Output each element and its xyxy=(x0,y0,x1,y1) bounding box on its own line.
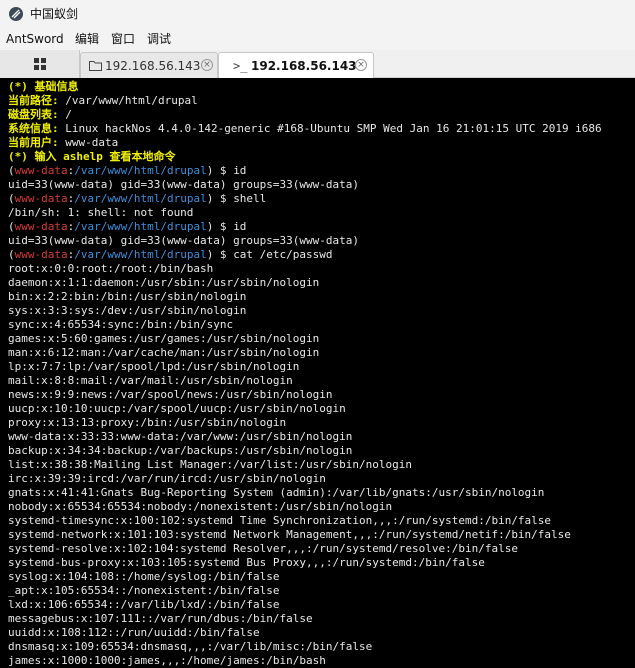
info-value: /var/www/html/drupal xyxy=(58,94,198,107)
menu-bar: AntSword 编辑 窗口 调试 xyxy=(0,28,635,50)
info-label: 系统信息: xyxy=(8,122,59,135)
info-label: 当前路径: xyxy=(8,94,59,107)
menu-antsword[interactable]: AntSword xyxy=(6,31,64,47)
menu-debug[interactable]: 调试 xyxy=(147,31,171,47)
output-line: dnsmasq:x:109:65534:dnsmasq,,,:/var/lib/… xyxy=(8,640,373,653)
prompt-user: www-data xyxy=(14,220,68,233)
hint-line: (*) 输入 ashelp 查看本地命令 xyxy=(8,150,176,163)
prompt-close: ) $ xyxy=(206,248,234,261)
info-label: 当前用户: xyxy=(8,136,59,149)
output-line: sync:x:4:65534:sync:/bin:/bin/sync xyxy=(8,318,234,331)
output-line: uid=33(www-data) gid=33(www-data) groups… xyxy=(8,178,359,191)
output-line: nobody:x:65534:65534:nobody:/nonexistent… xyxy=(8,500,393,513)
output-line: sys:x:3:3:sys:/dev:/usr/sbin/nologin xyxy=(8,304,247,317)
output-line: _apt:x:105:65534::/nonexistent:/bin/fals… xyxy=(8,584,280,597)
output-line: gnats:x:41:41:Gnats Bug-Reporting System… xyxy=(8,486,545,499)
prompt-path: /var/www/html/drupal xyxy=(74,164,207,177)
output-line: /bin/sh: 1: shell: not found xyxy=(8,206,194,219)
info-value: www-data xyxy=(58,136,119,149)
close-icon[interactable]: × xyxy=(201,59,213,71)
prompt-path: /var/www/html/drupal xyxy=(74,248,207,261)
prompt-user: www-data xyxy=(14,192,68,205)
output-line: list:x:38:38:Mailing List Manager:/var/l… xyxy=(8,458,412,471)
folder-icon xyxy=(89,61,102,71)
output-line: syslog:x:104:108::/home/syslog:/bin/fals… xyxy=(8,570,280,583)
output-line: james:x:1000:1000:james,,,:/home/james:/… xyxy=(8,654,326,667)
output-line: systemd-timesync:x:100:102:systemd Time … xyxy=(8,514,552,527)
tab-label: 192.168.56.143 xyxy=(105,59,201,73)
prompt-path: /var/www/html/drupal xyxy=(74,220,207,233)
prompt-line: (www-data:/var/www/html/drupal) $ cat /e… xyxy=(8,248,333,262)
output-line: news:x:9:9:news:/var/spool/news:/usr/sbi… xyxy=(8,388,333,401)
output-line: lxd:x:106:65534::/var/lib/lxd/:/bin/fals… xyxy=(8,598,280,611)
prompt-close: ) $ xyxy=(206,164,234,177)
output-line: www-data:x:33:33:www-data:/var/www:/usr/… xyxy=(8,430,353,443)
info-row: 当前用户: www-data xyxy=(8,136,118,150)
info-row: 当前路径: /var/www/html/drupal xyxy=(8,94,198,108)
prompt-open: ( xyxy=(8,220,15,233)
info-label: 磁盘列表: xyxy=(8,108,59,121)
output-line: messagebus:x:107:111::/var/run/dbus:/bin… xyxy=(8,612,313,625)
tab-bar: 192.168.56.143 × >_ 192.168.56.143 × xyxy=(0,50,635,79)
output-line: lp:x:7:7:lp:/var/spool/lpd:/usr/sbin/nol… xyxy=(8,360,300,373)
window-title: 中国蚁剑 xyxy=(30,7,79,21)
menu-edit[interactable]: 编辑 xyxy=(75,31,99,47)
output-line: uuidd:x:108:112::/run/uuidd:/bin/false xyxy=(8,626,260,639)
output-line: games:x:5:60:games:/usr/games:/usr/sbin/… xyxy=(8,332,320,345)
info-row: 系统信息: Linux hackNos 4.4.0-142-generic #1… xyxy=(8,122,602,136)
terminal-icon: >_ xyxy=(233,59,248,73)
prompt-line: (www-data:/var/www/html/drupal) $ shell xyxy=(8,192,266,206)
tab-home[interactable] xyxy=(0,50,80,78)
output-line: systemd-bus-proxy:x:103:105:systemd Bus … xyxy=(8,556,485,569)
window-titlebar: 中国蚁剑 xyxy=(0,0,635,28)
tab-terminal[interactable]: >_ 192.168.56.143 × xyxy=(218,52,374,79)
output-line: systemd-resolve:x:102:104:systemd Resolv… xyxy=(8,542,518,555)
tab-file-manager[interactable]: 192.168.56.143 × xyxy=(80,52,218,78)
prompt-open: ( xyxy=(8,248,15,261)
info-header: (*) 基础信息 xyxy=(8,80,79,93)
output-line: irc:x:39:39:ircd:/var/run/ircd:/usr/sbin… xyxy=(8,472,326,485)
output-line: root:x:0:0:root:/root:/bin/bash xyxy=(8,262,214,275)
prompt-path: /var/www/html/drupal xyxy=(74,192,207,205)
output-line: uucp:x:10:10:uucp:/var/spool/uucp:/usr/s… xyxy=(8,402,346,415)
output-line: backup:x:34:34:backup:/var/backups:/usr/… xyxy=(8,444,353,457)
grid-icon xyxy=(34,58,46,70)
output-line: mail:x:8:8:mail:/var/mail:/usr/sbin/nolo… xyxy=(8,374,293,387)
output-line: proxy:x:13:13:proxy:/bin:/usr/sbin/nolog… xyxy=(8,416,287,429)
output-line: uid=33(www-data) gid=33(www-data) groups… xyxy=(8,234,359,247)
terminal-output[interactable]: (*) 基础信息 当前路径: /var/www/html/drupal 磁盘列表: … xyxy=(0,78,635,668)
command-text: id xyxy=(233,220,247,233)
prompt-user: www-data xyxy=(14,248,68,261)
antsword-logo-icon xyxy=(9,7,23,21)
prompt-open: ( xyxy=(8,164,15,177)
output-line: daemon:x:1:1:daemon:/usr/sbin:/usr/sbin/… xyxy=(8,276,320,289)
prompt-open: ( xyxy=(8,192,15,205)
menu-window[interactable]: 窗口 xyxy=(111,31,135,47)
command-text: shell xyxy=(233,192,267,205)
output-line: bin:x:2:2:bin:/bin:/usr/sbin/nologin xyxy=(8,290,247,303)
prompt-close: ) $ xyxy=(206,192,234,205)
prompt-user: www-data xyxy=(14,164,68,177)
info-value: / xyxy=(58,108,72,121)
output-line: man:x:6:12:man:/var/cache/man:/usr/sbin/… xyxy=(8,346,320,359)
info-value: Linux hackNos 4.4.0-142-generic #168-Ubu… xyxy=(58,122,602,135)
close-icon[interactable]: × xyxy=(355,59,367,71)
prompt-line: (www-data:/var/www/html/drupal) $ id xyxy=(8,220,246,234)
output-line: systemd-network:x:101:103:systemd Networ… xyxy=(8,528,571,541)
prompt-line: (www-data:/var/www/html/drupal) $ id xyxy=(8,164,246,178)
command-text: cat /etc/passwd xyxy=(233,248,333,261)
prompt-close: ) $ xyxy=(206,220,234,233)
info-row: 磁盘列表: / xyxy=(8,108,72,122)
command-text: id xyxy=(233,164,247,177)
tab-label: 192.168.56.143 xyxy=(251,59,357,73)
